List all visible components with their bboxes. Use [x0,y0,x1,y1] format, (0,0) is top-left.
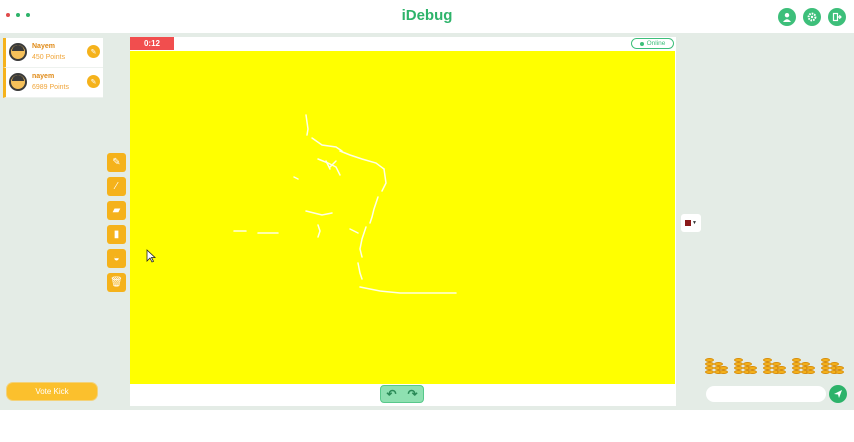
trash-icon: 🗑 [110,277,123,288]
coins-icon [763,352,787,376]
fill-tool-button[interactable]: ◒ [107,249,126,268]
avatar [9,73,27,91]
exit-button[interactable] [828,8,846,26]
brush-tool-button[interactable]: ⁄ [107,177,126,196]
player-name: Nayem [32,43,55,50]
pencil-tool-icon: ✎ [112,157,121,168]
color-swatch [685,220,692,226]
eraser-tool-icon: ▰ [112,205,121,216]
settings-button[interactable] [803,8,821,26]
marker-tool-button[interactable]: ▮ [107,225,126,244]
online-status-text: Online [646,40,666,47]
mouse-cursor-icon [146,249,156,263]
online-status-badge: Online [631,38,674,49]
drawing-toolbar: ✎ ⁄ ▰ ▮ ◒ 🗑 [107,153,126,292]
send-icon [834,390,842,398]
drawing-canvas[interactable] [130,51,675,384]
send-button[interactable] [829,385,847,403]
top-bar: iDebug [0,0,854,33]
coins-icon [734,352,758,376]
undo-arrow-icon[interactable]: ↶ [386,387,396,401]
pencil-icon: ✎ [90,48,97,56]
chevron-down-icon: ▼ [692,220,697,226]
coins-icon [792,352,816,376]
clear-canvas-button[interactable]: 🗑 [107,273,126,292]
app-window: iDebug Nayem 450 Points ✎ nayem 6989 Poi… [0,0,854,410]
eraser-tool-button[interactable]: ▰ [107,201,126,220]
fill-tool-icon: ◒ [113,253,120,264]
chat-input[interactable] [706,386,826,402]
player-card: nayem 6989 Points ✎ [3,68,103,98]
pencil-icon: ✎ [90,78,97,86]
brush-tool-icon: ⁄ [115,181,118,192]
profile-button[interactable] [778,8,796,26]
pencil-tool-button[interactable]: ✎ [107,153,126,172]
color-picker[interactable]: ▼ [681,214,701,232]
player-list: Nayem 450 Points ✎ nayem 6989 Points ✎ [3,38,103,98]
player-edit-button[interactable]: ✎ [87,45,100,58]
redo-arrow-icon[interactable]: ↷ [407,387,417,401]
player-points: 450 Points [32,54,66,61]
coins-icon [705,352,729,376]
marker-tool-icon: ▮ [113,229,120,240]
canvas-sketch [233,114,457,294]
player-edit-button[interactable]: ✎ [87,75,100,88]
user-icon [783,13,791,22]
online-dot-icon [639,41,644,46]
player-card: Nayem 450 Points ✎ [3,38,103,68]
coin-stacks [705,352,845,376]
top-icons [778,8,846,26]
gear-icon [807,12,817,22]
exit-icon [832,12,842,22]
round-timer: 0:12 [130,37,174,50]
app-title: iDebug [401,7,453,24]
player-points: 6989 Points [32,84,69,91]
player-name: nayem [32,73,55,80]
undo-redo-control: ↶ ↷ [380,385,424,403]
drawing-board: 0:12 Online ↶ ↷ [130,37,676,406]
vote-kick-button[interactable]: Vote Kick [7,383,97,400]
avatar [9,43,27,61]
coins-icon [821,352,845,376]
